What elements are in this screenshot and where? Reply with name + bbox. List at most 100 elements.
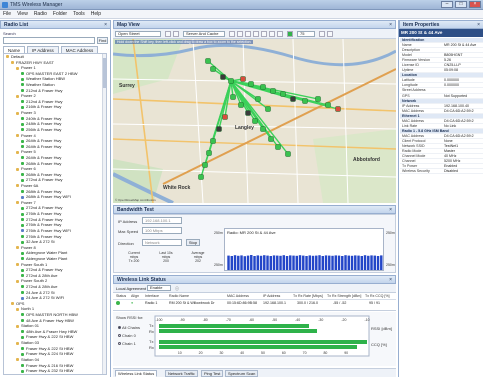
radio-icon [21, 145, 24, 149]
bandwidth-bar [240, 255, 243, 270]
bandwidth-bar [227, 255, 230, 270]
radio-icon [21, 162, 24, 166]
stop-button[interactable]: Stop [186, 239, 200, 246]
radio-node-icon [302, 98, 308, 104]
close-icon[interactable]: × [389, 276, 392, 284]
tree-item-label: OPS MASTER NORTH HBW [26, 312, 78, 318]
info-icon[interactable]: ⓘ [175, 286, 179, 292]
map-mode-select[interactable]: Open Street [115, 31, 161, 37]
radio-icon [21, 223, 24, 227]
bandwidth-bar [285, 256, 289, 270]
menu-view[interactable]: View [17, 11, 28, 17]
refresh-icon[interactable] [173, 31, 179, 37]
menu-folder[interactable]: Folder [53, 11, 67, 17]
status-icon[interactable] [287, 31, 293, 37]
close-icon[interactable]: × [389, 206, 392, 214]
pan-icon[interactable] [245, 31, 251, 37]
max-speed-select[interactable]: 100 Mbps [142, 227, 182, 234]
close-icon[interactable]: × [477, 21, 480, 29]
direction-select[interactable]: Network [142, 239, 182, 246]
folder-icon [16, 133, 19, 137]
bandwidth-bar [289, 255, 292, 270]
menu-file[interactable]: File [3, 11, 11, 17]
radio-icon [21, 234, 24, 238]
tree-item-label: Power 4 [21, 132, 36, 138]
radio-icon [21, 212, 24, 216]
radio-node-icon [245, 110, 251, 116]
bandwidth-bar [370, 255, 373, 270]
row-radio-name[interactable]: RM 200 St & Willowbrook Dr [169, 301, 215, 305]
bandwidth-bar [266, 255, 269, 270]
radio-tree[interactable]: Default FRAZER HWY EAST Power 1 OPS MASTER … [3, 53, 107, 375]
pin-icon[interactable] [261, 31, 267, 37]
rssi-unit-label: RSSI [dBm] [371, 326, 392, 331]
fullscreen-icon[interactable] [327, 31, 333, 37]
tab-network-traffic[interactable]: Network Traffic [165, 370, 198, 377]
settings-icon[interactable] [319, 31, 325, 37]
bandwidth-bar [324, 255, 328, 270]
average-stat: Average mbps 202 [191, 251, 205, 263]
folder-icon [16, 184, 19, 188]
search-input[interactable] [3, 37, 95, 44]
ccq-tick-label: 70 [303, 351, 307, 355]
tree-item-label: 276th & Fraser Hwy [26, 222, 62, 228]
bandwidth-bar [292, 255, 295, 270]
bandwidth-bar [328, 255, 331, 270]
tree-radio-item[interactable]: Fraser Hwy & 232 St HBW [4, 368, 106, 374]
tree-item-label: 48th Ave & Fraser Hwy HBW [26, 328, 78, 334]
zoom-select[interactable]: 75 [297, 31, 315, 37]
ip-address-input[interactable]: 192.168.100.1 [142, 217, 182, 224]
radio-icon [21, 352, 24, 356]
tree-item-label: 24 Ave & 272 St [26, 289, 55, 295]
radio-node-icon [240, 76, 246, 82]
zoom-in-icon[interactable] [229, 31, 235, 37]
layers-icon[interactable] [165, 31, 171, 37]
close-icon[interactable]: × [389, 21, 392, 29]
bandwidth-bar [237, 255, 240, 270]
ccq-tick-label: 90 [344, 351, 348, 355]
cache-mode-select[interactable]: Server And Cache [183, 31, 225, 37]
item-properties-header: Item Properties × [399, 20, 483, 29]
measure-icon[interactable] [269, 31, 275, 37]
radio-icon [21, 190, 24, 194]
tree-item-label: Fraser Hwy & 216 St HBW [26, 362, 74, 368]
item-name-banner: MR 200 St & 44 Ave [399, 29, 483, 37]
minimize-button[interactable]: – [441, 1, 453, 8]
menu-tools[interactable]: Tools [73, 11, 85, 17]
tab-ping-test[interactable]: Ping Test [201, 370, 224, 377]
tx-ccq-bar [159, 340, 367, 344]
col-ccq: Tx Rx CCQ [%] [365, 294, 390, 298]
bandwidth-body: IP Address 192.168.100.1 Max Speed 100 M… [113, 214, 396, 273]
menu-radio[interactable]: Radio [34, 11, 47, 17]
find-button[interactable]: Find [97, 37, 108, 44]
radio-node-icon [216, 126, 222, 132]
map-canvas[interactable]: Hold down the Shift key, then left-click… [113, 39, 396, 203]
maximize-button[interactable]: □ [455, 1, 467, 8]
tab-spectrum-scan[interactable]: Spectrum Scan [225, 370, 259, 377]
tab-wireless-link-status[interactable]: Wireless Link Status [115, 370, 158, 377]
rssi-ccq-chart: Show RSSI for: All Chains Chain 0 Chain … [113, 312, 396, 366]
select-icon[interactable] [253, 31, 259, 37]
label-icon[interactable] [277, 31, 283, 37]
bandwidth-bar [250, 255, 253, 270]
zoom-out-icon[interactable] [237, 31, 243, 37]
close-icon[interactable]: × [104, 21, 107, 29]
tree-item-label: 240th & Fraser Hwy [26, 115, 62, 121]
window-titlebar: TMS Wireless Manager – □ × [0, 0, 483, 10]
tree-item-label: Station 04 [21, 356, 40, 362]
radio-icon [21, 195, 24, 199]
bandwidth-bar [318, 255, 321, 270]
tree-item-label: Power 7 [21, 199, 36, 205]
radio-icon [21, 156, 24, 160]
menu-help[interactable]: Help [91, 11, 101, 17]
map-view-header: Map View × [113, 20, 396, 29]
radio-icon [21, 117, 24, 121]
tree-scrollbar[interactable] [102, 54, 106, 374]
radio-icon [21, 313, 24, 317]
radio-node-icon [280, 91, 286, 97]
close-button[interactable]: × [469, 1, 481, 8]
local-agreement-select[interactable]: Enable [147, 285, 171, 291]
tree-item-label: Weather Station [26, 82, 55, 88]
radio-node-icon [210, 66, 216, 72]
ccq-tick-label: 40 [240, 351, 244, 355]
